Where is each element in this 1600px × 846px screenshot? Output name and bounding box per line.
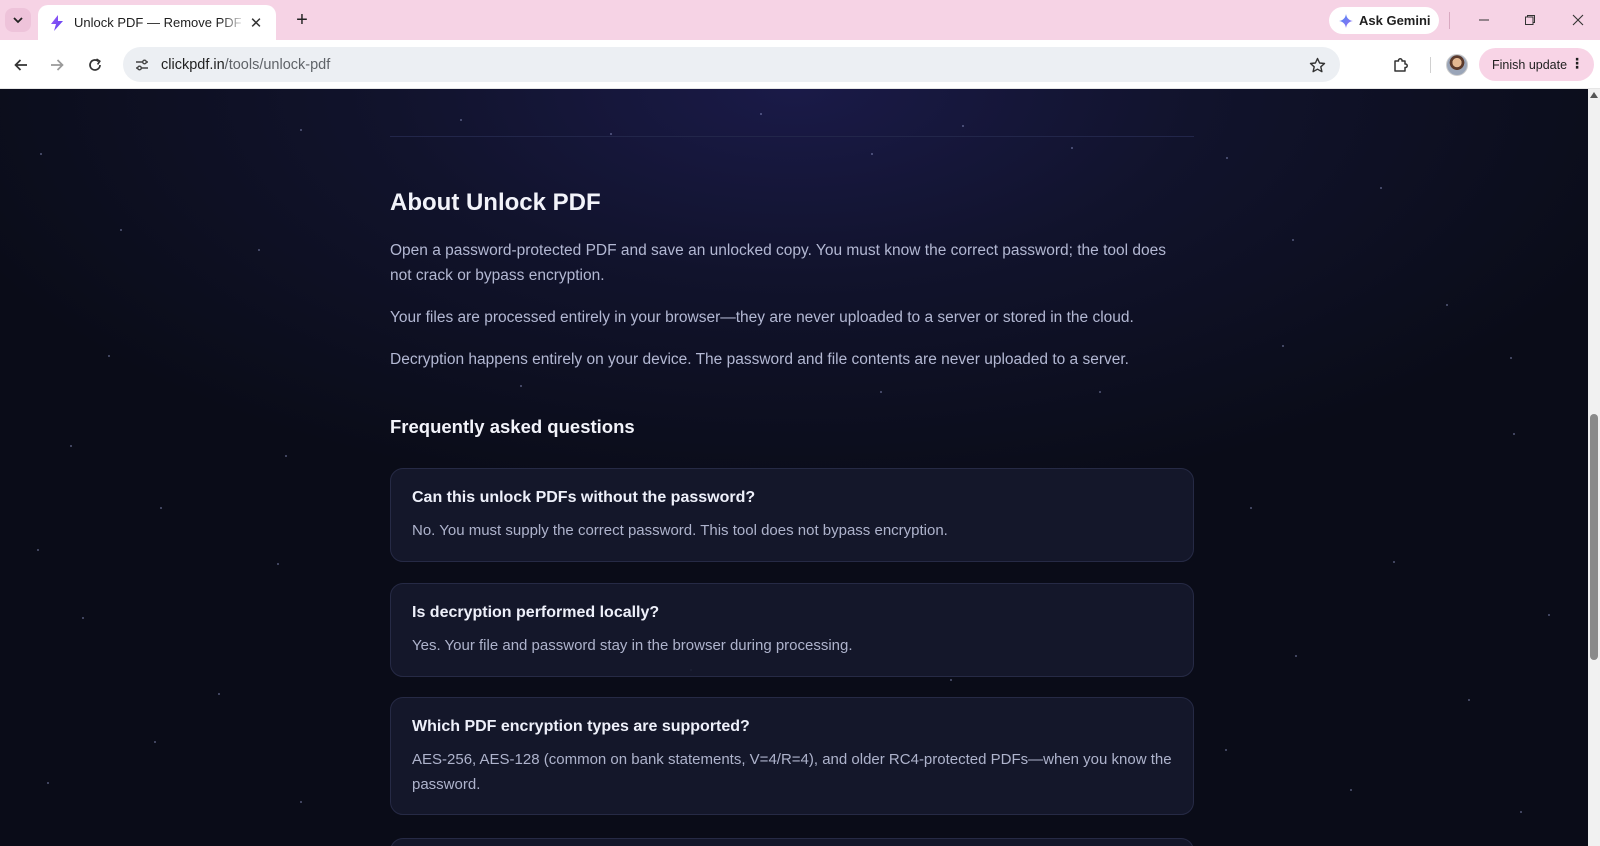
faq-item: Which PDF encryption types are supported… <box>390 697 1194 815</box>
faq-heading: Frequently asked questions <box>390 416 635 437</box>
url-path: /tools/unlock-pdf <box>224 56 331 73</box>
profile-avatar[interactable] <box>1446 54 1468 76</box>
toolbar-separator <box>1430 57 1431 73</box>
url-text: clickpdf.in/tools/unlock-pdf <box>161 57 330 73</box>
active-tab[interactable]: Unlock PDF — Remove PDF Password ✕ <box>38 5 276 40</box>
faq-answer: AES-256, AES-128 (common on bank stateme… <box>412 751 1172 793</box>
gemini-sparkle-icon <box>1339 13 1353 28</box>
scrollbar-thumb[interactable] <box>1590 414 1598 660</box>
tab-close-icon[interactable]: ✕ <box>246 13 266 33</box>
scroll-up-arrow-icon[interactable] <box>1590 92 1598 98</box>
about-paragraph-1: Open a password-protected PDF and save a… <box>390 242 1167 284</box>
ask-gemini-label: Ask Gemini <box>1359 13 1431 28</box>
about-paragraph-3: Decryption happens entirely on your devi… <box>390 351 1129 368</box>
bookmark-star-icon[interactable] <box>1302 50 1332 80</box>
section-divider <box>390 136 1194 137</box>
address-bar[interactable]: clickpdf.in/tools/unlock-pdf <box>123 47 1340 82</box>
minimize-icon[interactable] <box>1464 6 1504 34</box>
faq-item: Can this unlock PDFs without the passwor… <box>390 468 1194 562</box>
finish-update-button[interactable]: Finish update ⋮ <box>1479 48 1594 81</box>
faq-answer: Yes. Your file and password stay in the … <box>412 637 853 654</box>
faq-item: Is decryption performed locally? Yes. Yo… <box>390 583 1194 677</box>
back-arrow-icon[interactable] <box>6 50 36 80</box>
browser-tab-strip: Unlock PDF — Remove PDF Password ✕ + Ask… <box>0 0 1600 40</box>
tab-title: Unlock PDF — Remove PDF Password <box>74 15 246 30</box>
faq-question: Which PDF encryption types are supported… <box>412 718 750 735</box>
new-tab-plus-icon[interactable]: + <box>288 8 316 32</box>
ask-gemini-button[interactable]: Ask Gemini <box>1329 7 1439 34</box>
site-info-tune-icon[interactable] <box>127 50 157 80</box>
chevron-down-icon <box>13 17 23 24</box>
faq-item-partial <box>390 838 1194 846</box>
faq-question: Is decryption performed locally? <box>412 604 660 621</box>
about-paragraph-2: Your files are processed entirely in you… <box>390 309 1134 326</box>
tab-search-button[interactable] <box>5 8 31 32</box>
reload-icon[interactable] <box>80 50 110 80</box>
close-window-icon[interactable] <box>1558 6 1598 34</box>
more-menu-icon[interactable]: ⋮ <box>1570 56 1584 70</box>
faq-answer: No. You must supply the correct password… <box>412 522 948 539</box>
faq-question: Can this unlock PDFs without the passwor… <box>412 489 756 506</box>
browser-toolbar: clickpdf.in/tools/unlock-pdf Finish upda… <box>0 40 1600 89</box>
tabstrip-separator <box>1449 12 1450 29</box>
web-page: About Unlock PDF Open a password-protect… <box>0 89 1588 846</box>
page-scrollbar[interactable] <box>1588 89 1600 846</box>
clickpdf-favicon-icon <box>48 14 66 32</box>
about-heading: About Unlock PDF <box>390 189 601 216</box>
finish-update-label: Finish update <box>1492 57 1568 72</box>
forward-arrow-icon[interactable] <box>42 50 72 80</box>
extensions-puzzle-icon[interactable] <box>1386 50 1416 80</box>
url-host: clickpdf.in <box>161 56 225 73</box>
restore-icon[interactable] <box>1510 6 1550 34</box>
